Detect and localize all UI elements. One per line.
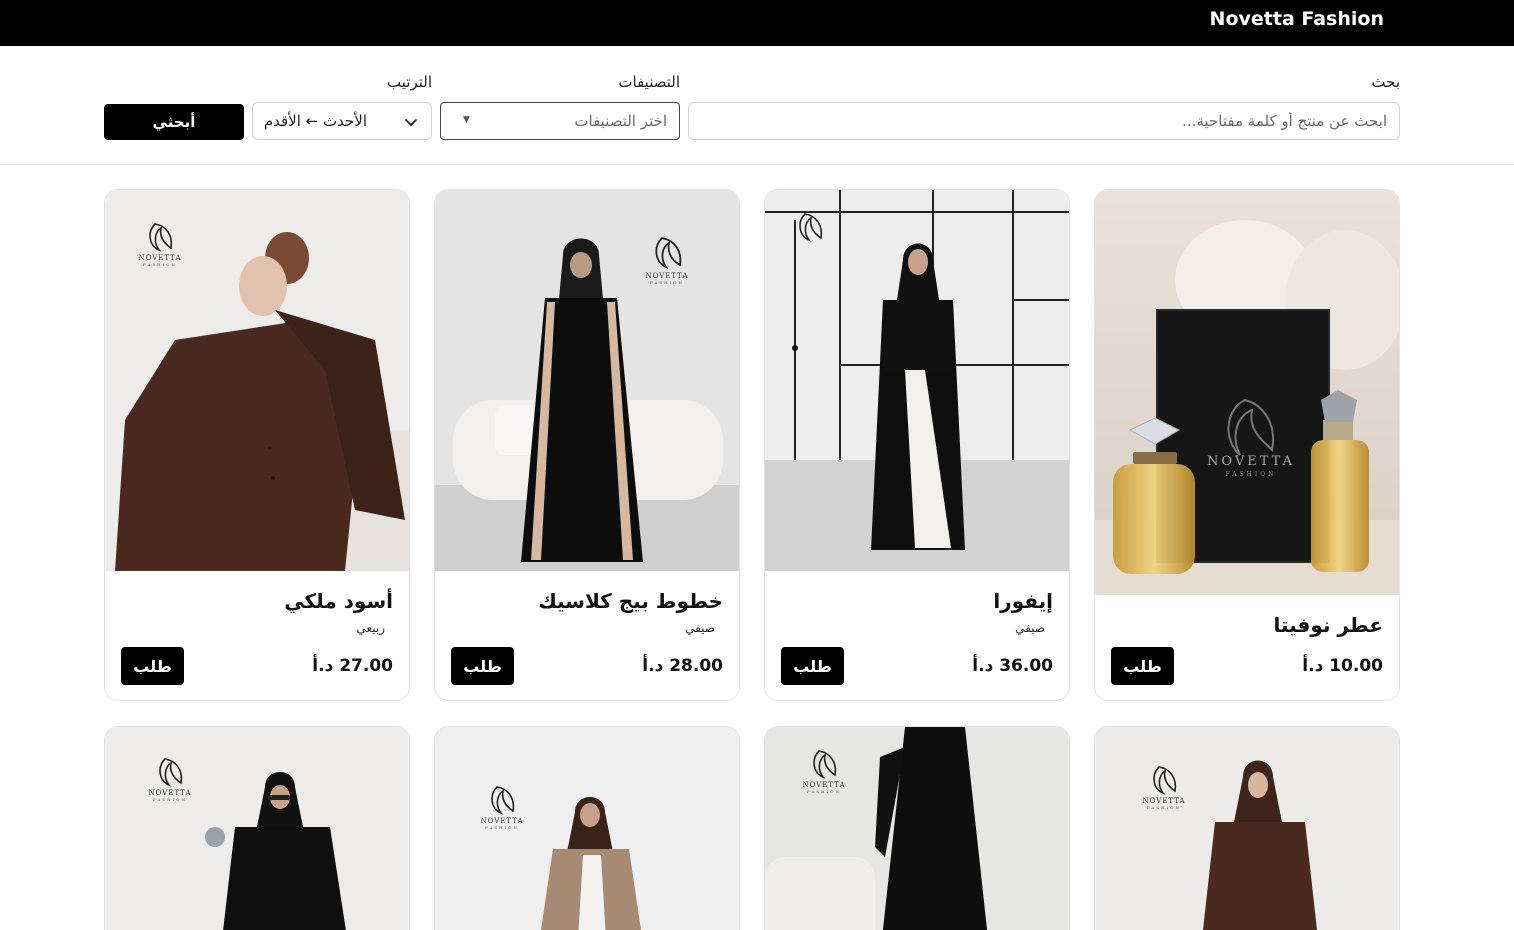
product-category: صيفي: [1015, 621, 1045, 635]
product-card[interactable]: NOVETTA FASHION: [1094, 726, 1400, 930]
product-name[interactable]: أسود ملكي: [284, 589, 393, 613]
brand-watermark: NOVETTA FASHION: [477, 783, 527, 830]
brand-logo[interactable]: Novetta Fashion: [1210, 8, 1384, 30]
sort-select-value: الأحدث ← الأقدم: [263, 112, 367, 130]
product-card[interactable]: أسود ملكي ربيعي 27.00 د.أ طلب NOVETTA FA…: [104, 189, 410, 701]
search-button[interactable]: أبحثي: [104, 104, 244, 140]
product-name[interactable]: عطر نوفيتا: [1273, 613, 1383, 637]
sort-select[interactable]: الأحدث ← الأقدم: [252, 102, 432, 140]
product-price: 27.00 د.أ: [312, 656, 393, 676]
sort-label: الترتيب: [387, 73, 432, 91]
product-image[interactable]: [765, 190, 1069, 571]
product-image[interactable]: [1095, 727, 1399, 930]
chevron-down-icon: [405, 119, 417, 126]
logo-text: NOVETTA: [480, 817, 524, 825]
caret-down-icon: ▼: [463, 115, 470, 125]
product-card[interactable]: NOVETTA FASHION عطر نوفيتا 10.00 د.أ طلب: [1094, 189, 1400, 701]
product-card[interactable]: NOVETTA FASHION: [434, 726, 740, 930]
product-card[interactable]: NOVETTA FASHION: [764, 726, 1070, 930]
product-card[interactable]: إيفورا صيفي 36.00 د.أ طلب: [764, 189, 1070, 701]
product-card[interactable]: خطوط بيج كلاسيك صيفي 28.00 د.أ طلب NOVET…: [434, 189, 740, 701]
brand-watermark: NOVETTA FASHION: [635, 234, 699, 285]
product-name[interactable]: إيفورا: [993, 589, 1053, 613]
order-button[interactable]: طلب: [451, 647, 514, 685]
product-price: 28.00 د.أ: [642, 656, 723, 676]
brand-watermark: NOVETTA FASHION: [799, 747, 849, 794]
brand-watermark: NOVETTA FASHION: [1139, 763, 1189, 810]
product-category: ربيعي: [356, 621, 385, 635]
logo-text: NOVETTA: [802, 781, 846, 789]
brand-watermark: NOVETTA FASHION: [135, 220, 185, 267]
filter-bar: بحث التصنيفات الترتيب اختر التصنيفات ▼ ا…: [0, 46, 1514, 165]
product-category: صيفي: [685, 621, 715, 635]
logo-text: NOVETTA: [1142, 797, 1186, 805]
search-label: بحث: [1371, 73, 1400, 91]
product-image[interactable]: NOVETTA FASHION: [1095, 190, 1399, 595]
logo-text: NOVETTA: [138, 254, 182, 262]
product-price: 36.00 د.أ: [972, 656, 1053, 676]
search-input[interactable]: [688, 102, 1400, 140]
logo-subtext: FASHION: [650, 280, 684, 285]
order-button[interactable]: طلب: [1111, 647, 1174, 685]
categories-select-placeholder: اختر التصنيفات: [574, 112, 667, 130]
logo-subtext: FASHION: [485, 825, 519, 830]
brand-watermark: [787, 210, 833, 244]
order-button[interactable]: طلب: [781, 647, 844, 685]
top-bar: Novetta Fashion: [0, 0, 1514, 46]
logo-text: NOVETTA: [645, 272, 689, 280]
svg-text:NOVETTA: NOVETTA: [1207, 454, 1295, 469]
product-name[interactable]: خطوط بيج كلاسيك: [539, 589, 724, 613]
product-price: 10.00 د.أ: [1302, 656, 1383, 676]
categories-select[interactable]: اختر التصنيفات ▼: [440, 102, 680, 140]
svg-text:FASHION: FASHION: [1226, 471, 1277, 478]
brand-watermark: NOVETTA FASHION: [145, 755, 195, 802]
product-card[interactable]: NOVETTA FASHION: [104, 726, 410, 930]
logo-subtext: FASHION: [153, 797, 187, 802]
logo-subtext: FASHION: [1147, 805, 1181, 810]
categories-label: التصنيفات: [618, 73, 680, 91]
logo-subtext: FASHION: [143, 262, 177, 267]
logo-text: NOVETTA: [148, 789, 192, 797]
logo-subtext: FASHION: [807, 789, 841, 794]
order-button[interactable]: طلب: [121, 647, 184, 685]
